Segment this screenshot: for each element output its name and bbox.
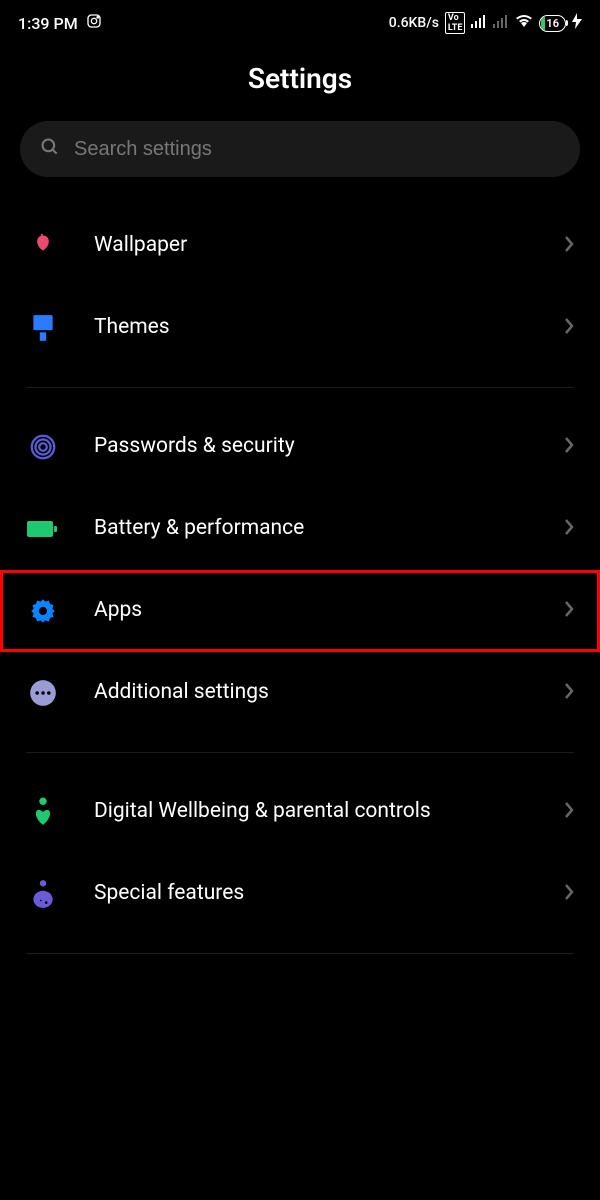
chevron-right-icon <box>564 883 574 905</box>
status-bar: 1:39 PM 0.6KB/s VoLTE <box>0 0 600 42</box>
chevron-right-icon <box>564 600 574 622</box>
battery-icon: 16 <box>539 15 566 32</box>
status-left: 1:39 PM <box>18 13 102 33</box>
divider <box>26 953 574 954</box>
settings-item-apps[interactable]: Apps <box>0 570 600 652</box>
charging-icon <box>572 13 582 33</box>
chevron-right-icon <box>564 682 574 704</box>
search-icon <box>40 137 60 161</box>
settings-item-label: Passwords & security <box>94 433 564 460</box>
instagram-icon <box>86 13 102 33</box>
battery-percent: 16 <box>546 17 559 30</box>
battery-icon <box>26 512 60 546</box>
signal-icon-1 <box>471 14 487 32</box>
data-rate: 0.6KB/s <box>389 15 439 31</box>
settings-item-label: Apps <box>94 597 564 624</box>
settings-item-additional-settings[interactable]: Additional settings <box>0 652 600 734</box>
status-time: 1:39 PM <box>18 14 78 33</box>
flask-icon <box>26 877 60 911</box>
settings-item-label: Wallpaper <box>94 232 564 259</box>
settings-item-special-features[interactable]: Special features <box>0 853 600 935</box>
settings-item-digital-wellbeing[interactable]: Digital Wellbeing & parental controls <box>0 771 600 853</box>
signal-icon-2 <box>493 14 509 32</box>
volte-icon: VoLTE <box>445 12 466 34</box>
themes-icon <box>26 311 60 345</box>
settings-item-battery-performance[interactable]: Battery & performance <box>0 488 600 570</box>
settings-item-label: Battery & performance <box>94 515 564 542</box>
search-input[interactable] <box>74 138 560 161</box>
settings-item-label: Digital Wellbeing & parental controls <box>94 798 564 825</box>
divider <box>26 752 574 753</box>
fingerprint-icon <box>26 430 60 464</box>
settings-list: Wallpaper Themes Passwords & security <box>0 205 600 954</box>
gear-icon <box>26 594 60 628</box>
settings-item-wallpaper[interactable]: Wallpaper <box>0 205 600 287</box>
settings-item-label: Special features <box>94 880 564 907</box>
settings-item-passwords-security[interactable]: Passwords & security <box>0 406 600 488</box>
status-right: 0.6KB/s VoLTE 16 <box>389 12 582 34</box>
settings-item-label: Themes <box>94 314 564 341</box>
more-icon <box>26 676 60 710</box>
divider <box>26 387 574 388</box>
search-bar[interactable] <box>20 121 580 177</box>
chevron-right-icon <box>564 518 574 540</box>
chevron-right-icon <box>564 235 574 257</box>
chevron-right-icon <box>564 317 574 339</box>
wifi-icon <box>515 14 533 32</box>
page-title: Settings <box>0 62 600 95</box>
chevron-right-icon <box>564 436 574 458</box>
chevron-right-icon <box>564 801 574 823</box>
wallpaper-icon <box>26 229 60 263</box>
heart-icon <box>26 795 60 829</box>
settings-item-themes[interactable]: Themes <box>0 287 600 369</box>
settings-item-label: Additional settings <box>94 679 564 706</box>
